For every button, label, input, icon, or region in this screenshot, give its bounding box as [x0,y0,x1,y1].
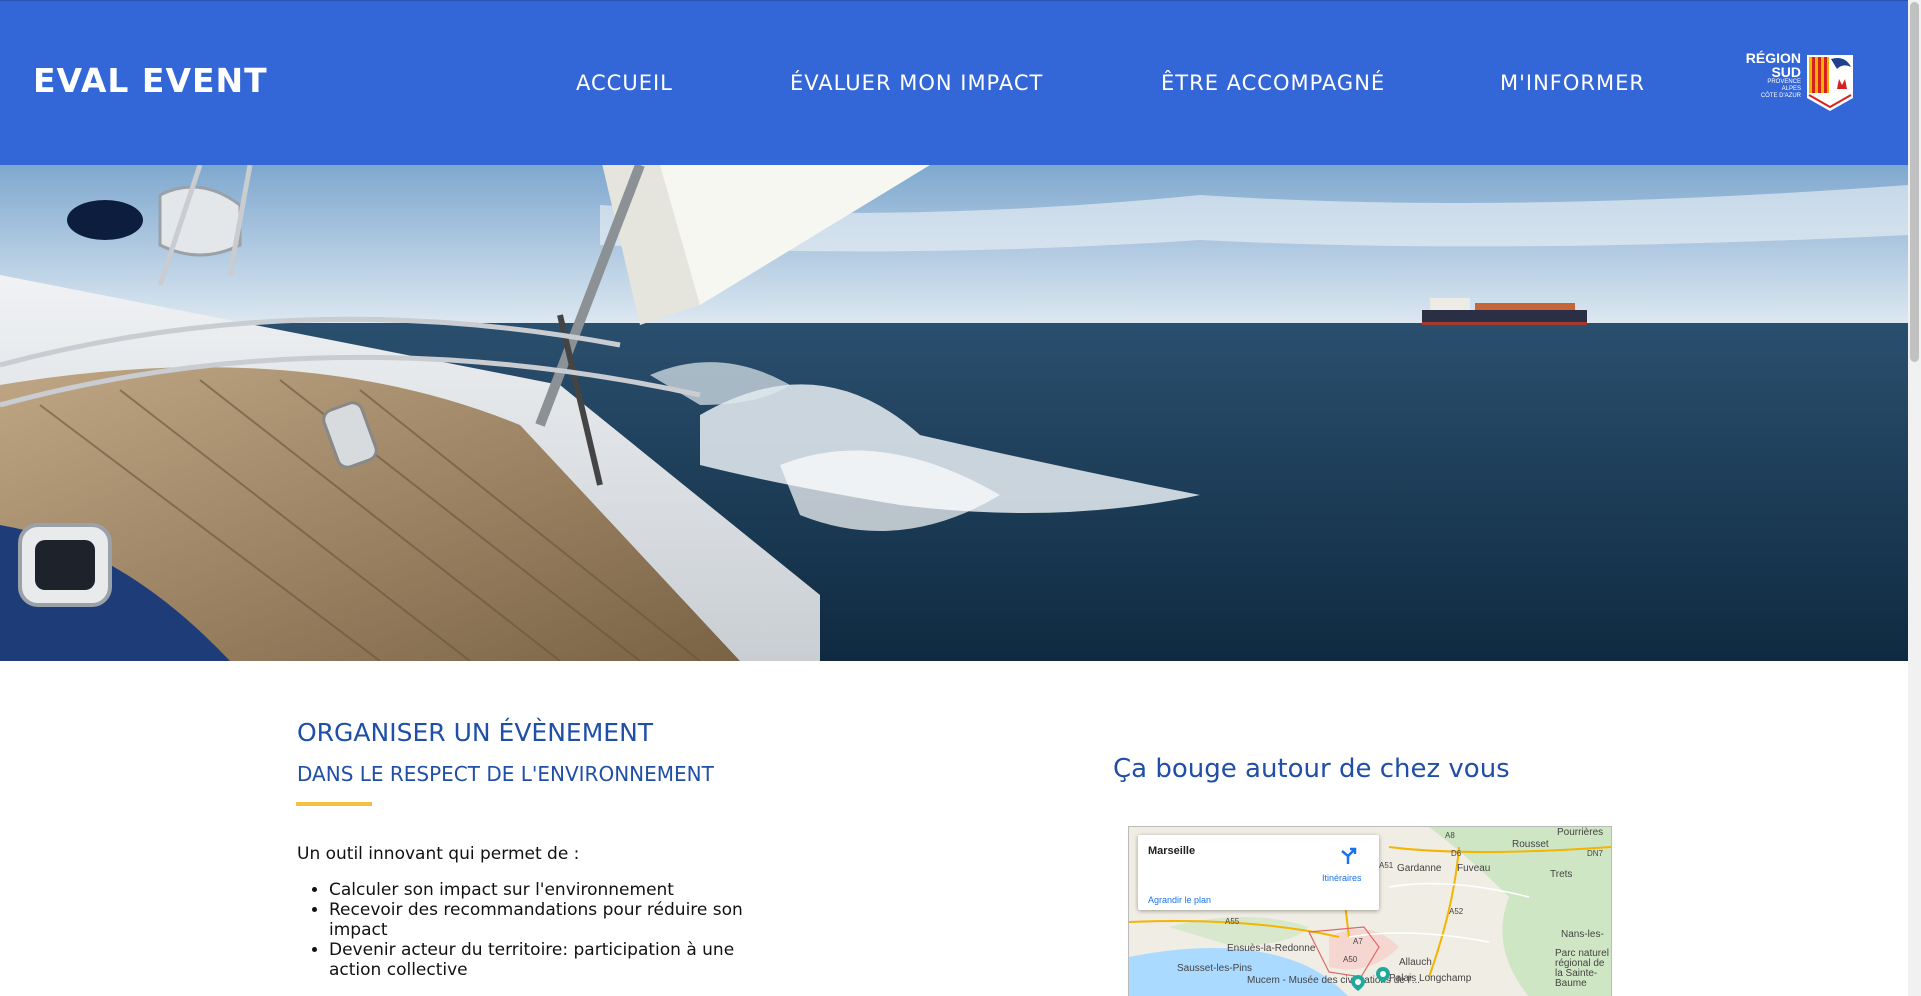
list-item: Recevoir des recommandations pour réduir… [329,900,789,940]
map-label: Palais Longchamp [1389,973,1472,984]
hero-image [0,165,1908,661]
scrollbar-thumb[interactable] [1910,2,1919,362]
map-label: A7 [1353,937,1363,946]
map-label: Nans-les- [1561,929,1604,940]
sailboat-photo-illustration [0,165,1908,661]
nav-accueil[interactable]: ACCUEIL [576,71,673,95]
brand-logo-text[interactable]: EVAL EVENT [33,61,268,100]
map-label: Parc naturel régional de la Sainte-Baume [1555,948,1609,989]
logo-line-cote: CÔTE D'AZUR [1760,93,1801,99]
site-header: EVAL EVENT ACCUEIL ÉVALUER MON IMPACT ÊT… [0,0,1908,166]
map-label: Sausset-les-Pins [1177,963,1253,974]
map-label: A8 [1445,831,1455,840]
region-shield-icon [1807,55,1853,111]
title-underline [296,802,372,806]
intro-text: Un outil innovant qui permet de : [297,844,580,864]
section-title: ORGANISER UN ÉVÈNEMENT [297,718,654,747]
map-label: A50 [1343,955,1358,964]
logo-line-sud: SUD [1771,64,1801,80]
enlarge-map-link[interactable]: Agrandir le plan [1148,895,1211,905]
map-info-card: Marseille Itinéraires Agrandir le plan [1138,835,1379,910]
region-sud-logo[interactable]: RÉGION SUD PROVENCE ALPES CÔTE D'AZUR [1737,51,1857,113]
list-item: Devenir acteur du territoire: participat… [329,940,789,980]
directions-link[interactable]: Itinéraires [1322,873,1362,883]
map-label: A52 [1449,907,1464,916]
directions-icon[interactable] [1339,847,1357,865]
nav-evaluer-impact[interactable]: ÉVALUER MON IMPACT [790,71,1043,95]
map-label: D6 [1451,849,1462,858]
map-label: DN7 [1587,849,1604,858]
logo-line-provence: PROVENCE [1767,79,1801,85]
section-subtitle: DANS LE RESPECT DE L'ENVIRONNEMENT [297,762,714,786]
map-label: Rousset [1512,839,1549,850]
nav-etre-accompagne[interactable]: ÊTRE ACCOMPAGNÉ [1161,71,1385,95]
logo-line-region: RÉGION [1745,50,1801,66]
map-label: Ensuès-la-Redonne [1227,943,1316,954]
map-pin-icon[interactable] [1376,967,1390,983]
embedded-map[interactable]: Rousset Gardanne Fuveau Trets Ensuès-la-… [1128,826,1612,996]
region-sud-logo-text: RÉGION SUD PROVENCE ALPES CÔTE D'AZUR [1737,51,1801,100]
map-label: A55 [1225,917,1240,926]
map-label: Fuveau [1457,863,1491,874]
map-label: Allauch [1399,957,1432,968]
features-list: Calculer son impact sur l'environnement … [297,880,789,980]
map-place-name: Marseille [1148,845,1196,857]
map-label: Gardanne [1397,863,1442,874]
list-item: Calculer son impact sur l'environnement [329,880,789,900]
page: EVAL EVENT ACCUEIL ÉVALUER MON IMPACT ÊT… [0,0,1908,996]
map-label: Trets [1550,869,1573,880]
events-map-title: Ça bouge autour de chez vous [1113,754,1510,784]
map-pin-icon[interactable] [1351,975,1365,991]
nav-m-informer[interactable]: M'INFORMER [1500,71,1645,95]
logo-line-alpes: ALPES [1781,86,1801,92]
map-label: Pourrières [1557,827,1604,838]
map-label: A51 [1379,861,1394,870]
